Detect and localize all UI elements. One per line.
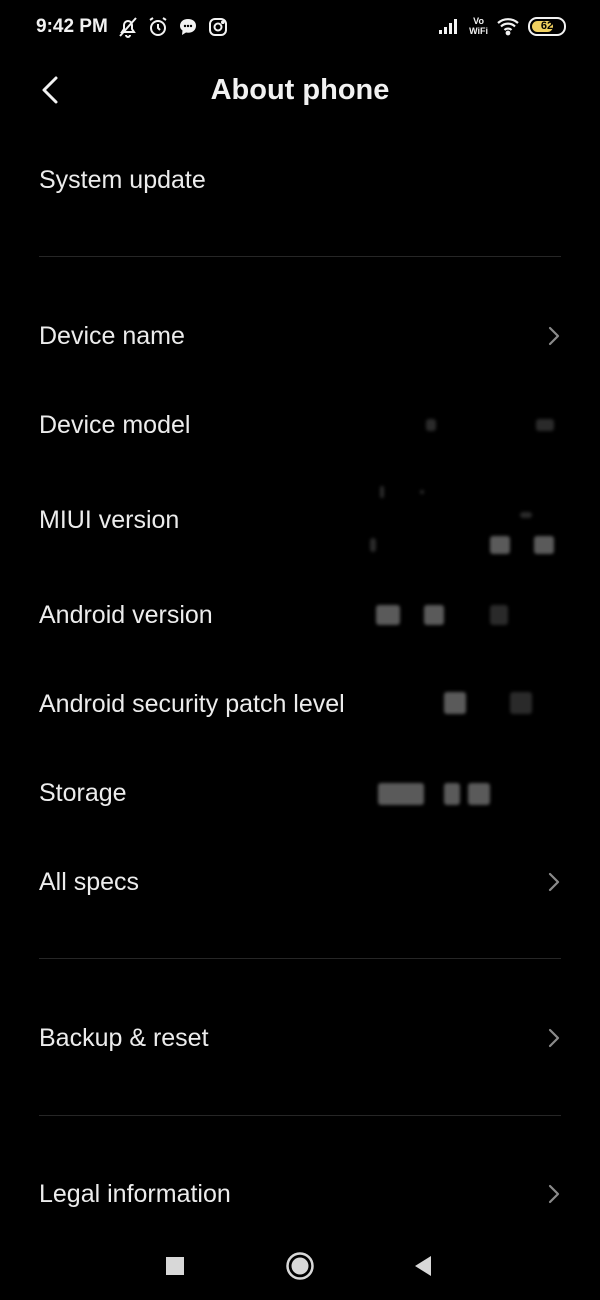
status-bar: 9:42 PM Vo WiFi 62	[0, 0, 600, 56]
home-button[interactable]	[282, 1248, 318, 1284]
nav-back-button[interactable]	[405, 1248, 441, 1284]
chevron-right-icon	[548, 326, 560, 346]
redacted-value	[360, 585, 560, 645]
row-all-specs[interactable]: All specs	[0, 852, 600, 912]
row-label: Android security patch level	[39, 689, 345, 718]
status-time: 9:42 PM	[36, 16, 108, 37]
home-circle-icon	[286, 1252, 314, 1280]
redacted-value	[360, 763, 560, 823]
wifi-icon	[497, 18, 519, 36]
system-icons: Vo WiFi 62	[437, 14, 566, 38]
navigation-bar	[0, 1230, 600, 1300]
redacted-value	[360, 395, 560, 455]
row-label: MIUI version	[39, 505, 180, 534]
row-storage[interactable]: Storage	[0, 763, 600, 823]
instagram-icon	[209, 18, 227, 36]
battery-level: 62	[540, 20, 554, 32]
row-system-update[interactable]: System update	[0, 150, 600, 210]
vowifi-icon: Vo WiFi	[469, 16, 488, 36]
recents-button[interactable]	[157, 1248, 193, 1284]
chevron-right-icon	[548, 872, 560, 892]
divider	[39, 1115, 561, 1116]
page-title: About phone	[210, 74, 390, 106]
row-label: Storage	[39, 778, 127, 807]
redacted-value	[360, 478, 560, 562]
row-miui-version[interactable]: MIUI version	[0, 486, 600, 554]
battery-icon: 62	[528, 16, 566, 36]
redacted-value	[360, 674, 560, 734]
row-android-security-patch-level[interactable]: Android security patch level	[0, 674, 600, 734]
row-label: Device name	[39, 321, 185, 350]
chevron-right-icon	[548, 1184, 560, 1204]
row-label: Backup & reset	[39, 1023, 209, 1052]
divider	[39, 256, 561, 257]
row-backup-reset[interactable]: Backup & reset	[0, 1008, 600, 1068]
row-device-model[interactable]: Device model	[0, 395, 600, 455]
chat-bubble-icon	[180, 19, 196, 35]
row-label: Device model	[39, 410, 191, 439]
back-triangle-icon	[415, 1256, 431, 1276]
row-label: System update	[39, 165, 206, 194]
header: About phone	[0, 56, 600, 126]
row-label: All specs	[39, 867, 140, 896]
signal-icon	[439, 19, 458, 34]
row-label: Android version	[39, 600, 213, 629]
row-label: Legal information	[39, 1179, 231, 1208]
chevron-right-icon	[548, 1028, 560, 1048]
mute-bell-icon	[119, 17, 137, 38]
row-android-version[interactable]: Android version	[0, 585, 600, 645]
alarm-icon	[149, 17, 167, 36]
notification-icons	[116, 15, 230, 39]
recents-square-icon	[166, 1257, 184, 1275]
row-device-name[interactable]: Device name	[0, 306, 600, 366]
row-legal-information[interactable]: Legal information	[0, 1164, 600, 1224]
divider	[39, 958, 561, 959]
